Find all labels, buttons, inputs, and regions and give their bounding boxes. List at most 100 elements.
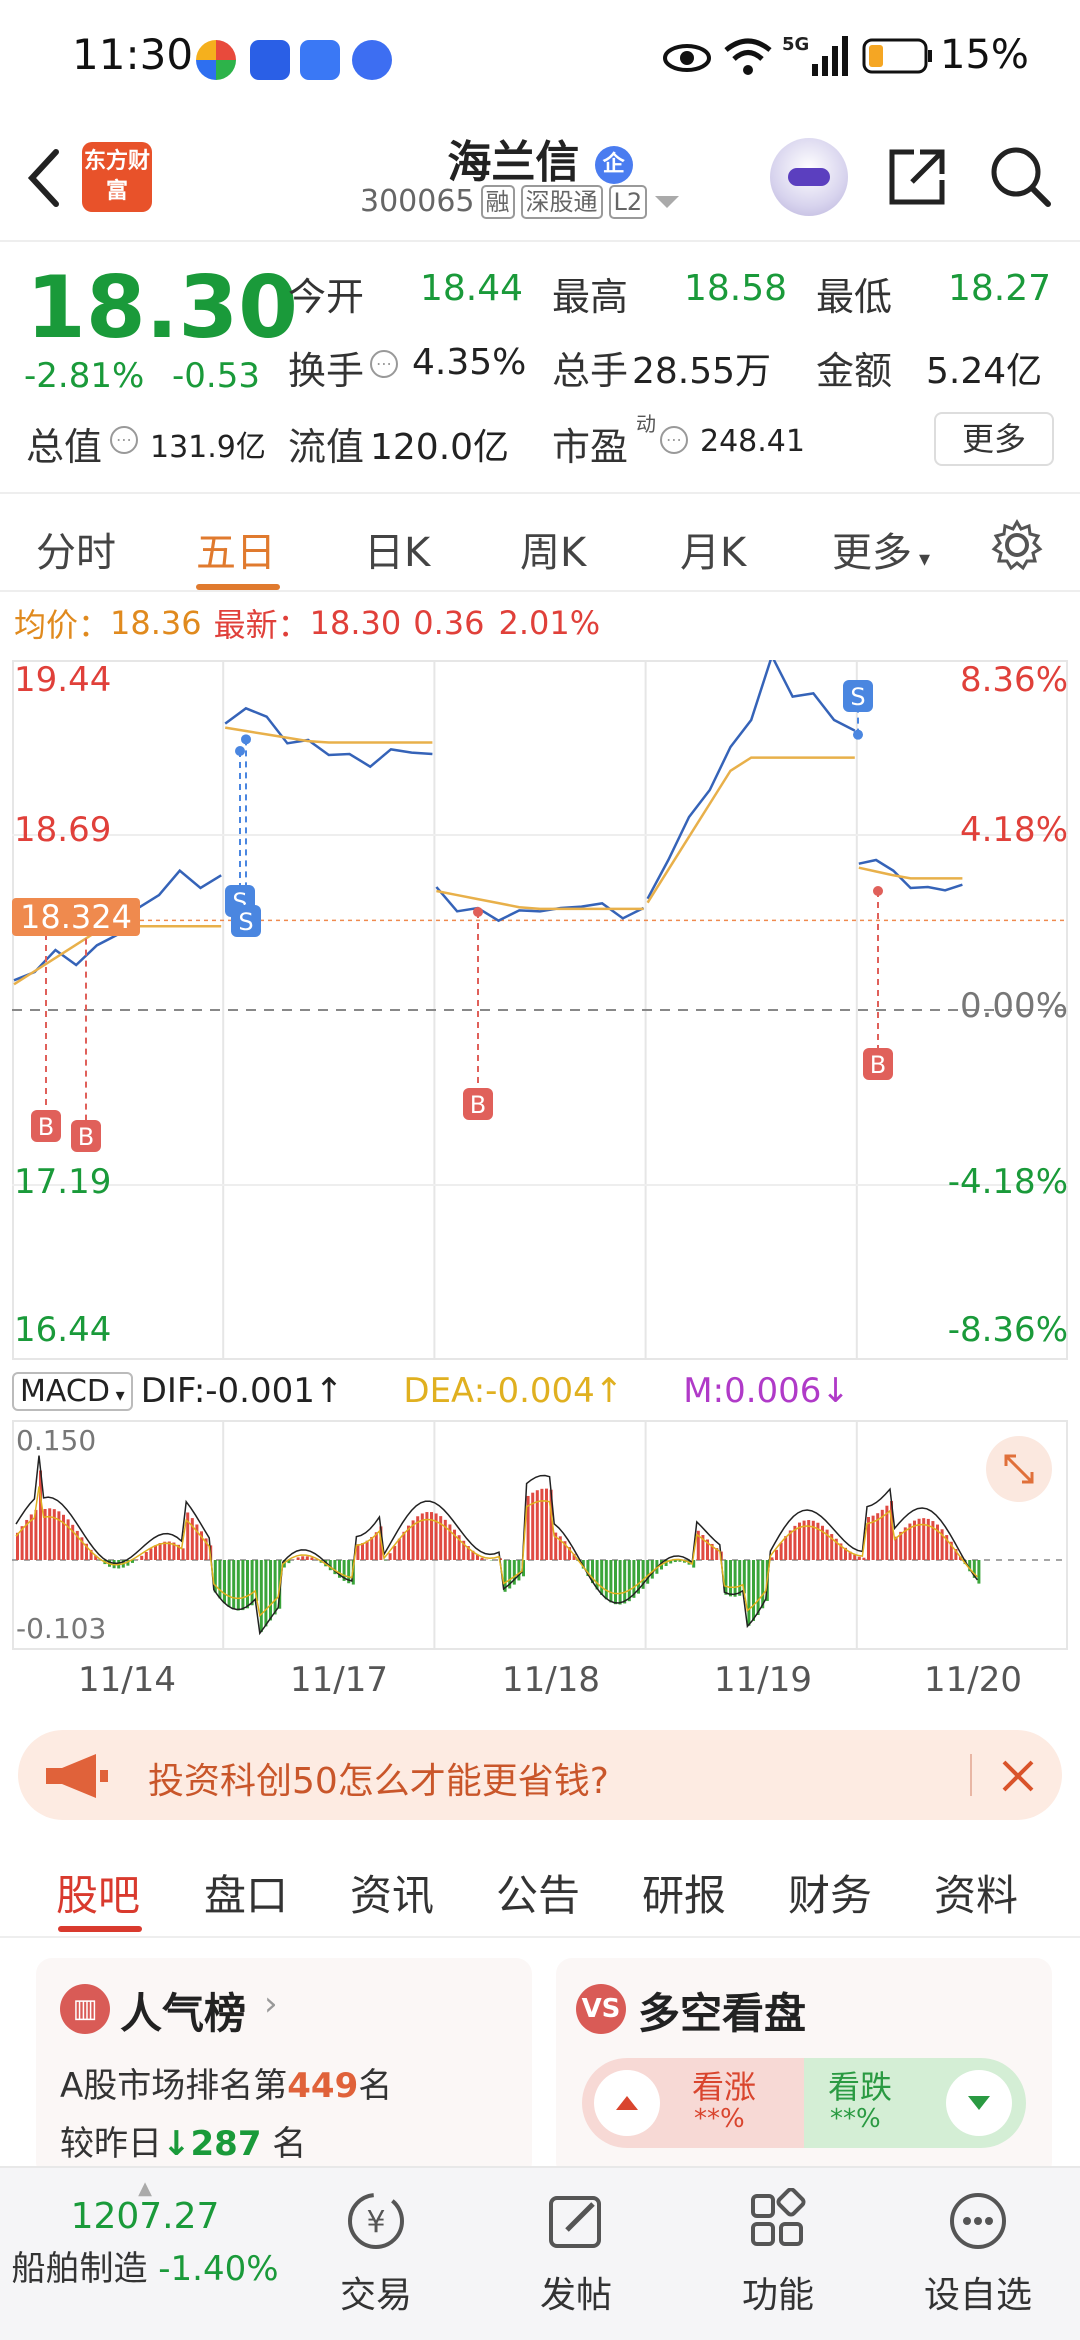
assistant-avatar[interactable]: [770, 138, 848, 216]
promo-text[interactable]: 投资科创50怎么才能更省钱?: [148, 1752, 609, 1804]
bottom-nav: ▲ 1207.27 船舶制造 -1.40% ¥ 交易 发帖 功能 设自选: [0, 2166, 1080, 2340]
macd-bar: [241, 1560, 245, 1611]
macd-bar: [779, 1542, 783, 1560]
status-bar: 11:30 5G 15%: [0, 0, 1080, 120]
macd-bar: [977, 1560, 981, 1584]
index-value: 1207.27: [70, 2196, 220, 2237]
five-day-chart[interactable]: BBSSBSB 19.44 18.69 17.19 16.44 8.36% 4.…: [12, 660, 1068, 1360]
compare-suffix: 名: [272, 2124, 307, 2164]
bear-button[interactable]: 看跌 **%: [804, 2058, 1026, 2148]
change-amount: -0.53: [172, 356, 260, 396]
chevron-up-icon: ▲: [138, 2178, 152, 2199]
low-value: 18.27: [948, 268, 1052, 309]
macd-chart[interactable]: 0.150 -0.103: [12, 1420, 1068, 1650]
search-icon[interactable]: [988, 144, 1054, 210]
close-icon[interactable]: [1000, 1758, 1036, 1794]
macd-bar: [545, 1488, 548, 1560]
bear-label: 看跌: [828, 2068, 893, 2106]
bull-label: 看涨: [692, 2068, 757, 2106]
info-icon[interactable]: ⋯: [660, 426, 688, 454]
tag-l2: L2: [608, 184, 648, 219]
macd-bar: [305, 1556, 309, 1560]
chevron-down-icon[interactable]: [653, 192, 681, 212]
macd-bar: [609, 1560, 613, 1603]
tab-more-label: 更多: [832, 530, 912, 576]
y-right-tick: 4.18%: [959, 810, 1068, 850]
expand-button[interactable]: [986, 1436, 1052, 1502]
tab-monthly-k[interactable]: 月K: [680, 520, 746, 578]
avg-price-row: 均价： 18.36 最新： 18.30 0.36 2.01%: [14, 600, 600, 646]
macd-dif: DIF:-0.001: [140, 1371, 315, 1411]
nav-post[interactable]: 发帖: [506, 2188, 646, 2318]
nav-functions-label: 功能: [741, 2275, 814, 2316]
index-ticker[interactable]: ▲ 1207.27 船舶制造 -1.40%: [0, 2178, 290, 2290]
macd-select[interactable]: MACD ▾: [12, 1371, 133, 1411]
date-tick: 11/18: [502, 1660, 600, 1700]
gear-icon[interactable]: [990, 518, 1044, 572]
tab-pankou[interactable]: 盘口: [204, 1862, 288, 1923]
down-arrow-icon: [946, 2070, 1012, 2136]
rank-suffix: 名: [358, 2066, 393, 2106]
sentiment-title: 多空看盘: [638, 1989, 807, 2038]
trade-mark-label: B: [78, 1123, 94, 1151]
macd-bar: [370, 1537, 374, 1560]
stock-code-row: 300065 融 深股通 L2: [360, 184, 681, 219]
macd-bar: [149, 1548, 153, 1560]
volume-label: 总手: [552, 349, 629, 393]
macd-bar: [853, 1554, 857, 1560]
content-tabs: 股吧 盘口 资讯 公告 研报 财务 资料: [0, 1842, 1080, 1938]
macd-min: -0.103: [16, 1612, 107, 1645]
macd-bar: [761, 1560, 765, 1609]
popularity-card[interactable]: ▥ 人气榜 › A股市场排名第449名 较昨日↓287 名: [36, 1958, 532, 2178]
macd-bar: [374, 1532, 378, 1560]
tab-daily-k[interactable]: 日K: [364, 520, 430, 578]
pe-sup: 动: [636, 412, 656, 436]
tab-intraday[interactable]: 分时: [36, 520, 116, 578]
nav-trade-label: 交易: [339, 2275, 412, 2316]
mktcap-label: 总值: [26, 425, 103, 469]
macd-bar: [604, 1560, 608, 1600]
sentiment-card[interactable]: VS 多空看盘 看涨 **% 看跌 **%: [556, 1958, 1052, 2178]
promo-banner[interactable]: 投资科创50怎么才能更省钱?: [18, 1730, 1062, 1820]
date-axis: 11/14 11/17 11/18 11/19 11/20: [0, 1660, 1080, 1710]
tab-research[interactable]: 研报: [642, 1862, 726, 1923]
tab-profile[interactable]: 资料: [934, 1862, 1018, 1923]
info-icon[interactable]: ⋯: [370, 350, 398, 378]
nav-add-watchlist-label: 设自选: [923, 2275, 1032, 2316]
tab-5day[interactable]: 五日: [196, 520, 276, 578]
date-tick: 11/14: [78, 1660, 176, 1700]
share-icon[interactable]: [884, 144, 950, 210]
macd-bar: [618, 1560, 622, 1605]
tab-news[interactable]: 资讯: [350, 1862, 434, 1923]
macd-bar: [535, 1490, 539, 1560]
macd-m: M:0.006: [683, 1371, 822, 1411]
tag-margin: 融: [480, 184, 515, 219]
tab-finance[interactable]: 财务: [788, 1862, 872, 1923]
cell-signal-icon: [812, 36, 848, 76]
trade-mark-dot: [853, 729, 863, 740]
y-left-tick: 16.44: [14, 1310, 112, 1350]
macd-svg: [12, 1420, 1068, 1650]
macd-bar: [163, 1541, 167, 1560]
tab-announcements[interactable]: 公告: [496, 1862, 580, 1923]
tab-weekly-k[interactable]: 周K: [520, 520, 586, 578]
avg-label: 均价：: [14, 606, 111, 644]
bull-button[interactable]: 看涨 **%: [582, 2058, 804, 2148]
y-left-tick: 18.69: [14, 810, 112, 850]
tab-guba[interactable]: 股吧: [56, 1862, 140, 1923]
more-button[interactable]: 更多: [934, 412, 1054, 466]
nav-trade[interactable]: ¥ 交易: [306, 2188, 446, 2318]
price-line: [224, 706, 433, 769]
nav-add-watchlist[interactable]: 设自选: [908, 2188, 1048, 2318]
info-icon[interactable]: ⋯: [110, 426, 138, 454]
turnover-label: 换手: [288, 349, 365, 393]
nav-functions[interactable]: 功能: [708, 2187, 848, 2318]
avg-price-line: [858, 866, 963, 880]
macd-bar: [181, 1548, 185, 1560]
macd-bar: [246, 1560, 249, 1609]
high-value: 18.58: [684, 268, 788, 309]
battery-percent: 15%: [940, 32, 1029, 78]
macd-bar: [158, 1543, 162, 1560]
tab-more[interactable]: 更多 ▾: [832, 520, 930, 578]
index-change: -1.40%: [158, 2249, 279, 2289]
